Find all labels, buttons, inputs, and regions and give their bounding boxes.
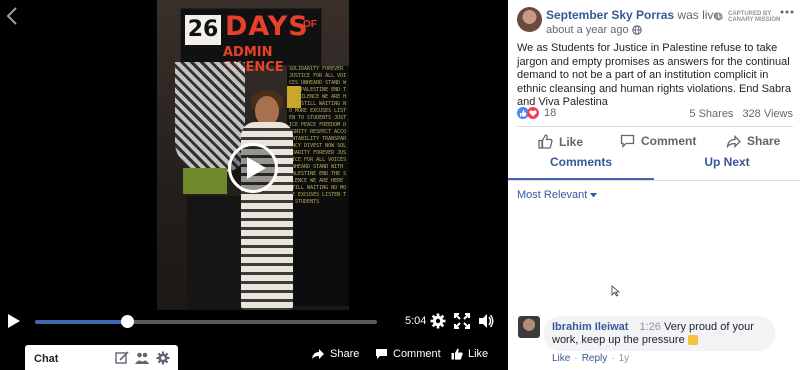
play-icon [247, 157, 266, 179]
commenter-name[interactable]: Ibrahim Ileiwat [552, 321, 628, 333]
post-time-text[interactable]: about a year ago [546, 24, 629, 36]
stats-divider [517, 126, 793, 127]
post-timestamp: about a year ago [546, 24, 642, 36]
comment-label: Comment [641, 134, 697, 148]
previous-arrow-icon[interactable] [4, 6, 20, 26]
share-button[interactable]: Share [726, 134, 780, 148]
shares-count[interactable]: 5 Shares [689, 108, 733, 120]
mouse-cursor-icon [611, 285, 620, 297]
views-count: 328 Views [742, 108, 793, 120]
post-header: September Sky Porras was live. [546, 8, 723, 22]
sort-label: Most Relevant [517, 189, 588, 201]
tab-up-next[interactable]: Up Next [654, 155, 800, 180]
video-share-button[interactable]: Share [311, 348, 359, 360]
progress-bar[interactable] [35, 315, 377, 328]
progress-fill [35, 320, 128, 324]
time-remaining: 5:04 [405, 315, 427, 327]
commenter-avatar[interactable] [518, 316, 540, 338]
reaction-summary[interactable]: 18 [517, 107, 556, 119]
poster-days-text: DAYS [225, 11, 309, 42]
comment-button[interactable]: Comment [620, 134, 696, 148]
poster-day-number: 26 [185, 15, 221, 45]
captured-badge-line2: CANARY MISSION [728, 17, 781, 23]
compose-icon[interactable] [115, 351, 129, 365]
share-icon [726, 134, 741, 148]
post-stats: 5 Shares 328 Views [689, 108, 793, 120]
poster-of-text: OF [303, 19, 317, 30]
captured-badge: CAPTURED BY CANARY MISSION [728, 11, 784, 23]
video-like-button[interactable]: Like [451, 348, 488, 360]
comment-bubble: Ibrahim Ileiwat 1:26 Very proud of your … [544, 316, 775, 351]
like-button[interactable]: Like [538, 134, 583, 149]
comment-like-link[interactable]: Like [552, 353, 570, 364]
green-sign [183, 168, 227, 194]
video-controls: 5:04 [0, 306, 508, 336]
protest-poster: 26 DAYS OF ADMIN SILENCE [180, 8, 322, 75]
play-button[interactable] [228, 143, 278, 193]
comment-age[interactable]: 1y [619, 353, 630, 364]
video-bottom-bar: Chat Share Comment Like [0, 340, 508, 370]
podium [187, 196, 247, 310]
chat-label: Chat [34, 353, 59, 365]
post-text: We as Students for Justice in Palestine … [517, 42, 791, 108]
fullscreen-icon[interactable] [454, 313, 470, 329]
chevron-down-icon [590, 192, 598, 197]
love-reaction-icon [527, 107, 539, 119]
share-arrow-icon [312, 349, 324, 359]
like-label: Like [559, 134, 584, 149]
tab-comments[interactable]: Comments [508, 155, 654, 180]
volume-icon[interactable] [478, 313, 494, 329]
like-icon [538, 134, 553, 149]
tabs-divider [508, 180, 800, 181]
comment-icon [620, 134, 635, 148]
video-share-label: Share [330, 348, 360, 360]
comment-reply-link[interactable]: Reply [582, 353, 608, 364]
more-options-icon[interactable] [780, 8, 794, 16]
dot-separator: · [611, 353, 615, 364]
thumbs-up-emoji-icon [687, 335, 698, 346]
chat-tab[interactable]: Chat [25, 345, 178, 370]
share-label: Share [747, 134, 781, 148]
settings-gear-icon[interactable] [156, 351, 170, 365]
video-like-label: Like [468, 348, 489, 360]
video-player[interactable]: SOLIDARITY FOREVER JUSTICE FOR ALL VOICE… [0, 0, 508, 370]
comment-actions: Like · Reply · 1y [552, 353, 629, 364]
author-name[interactable]: September Sky Porras [546, 8, 674, 22]
video-comment-button[interactable]: Comment [375, 348, 441, 360]
progress-scrubber[interactable] [121, 315, 135, 328]
capture-clock-icon [714, 12, 723, 21]
play-control-icon[interactable] [7, 314, 21, 328]
video-comment-label: Comment [393, 348, 441, 360]
author-avatar[interactable] [517, 7, 542, 32]
gear-icon[interactable] [430, 313, 446, 329]
comment-bubble-icon [376, 349, 387, 359]
reaction-count: 18 [544, 107, 557, 119]
group-icon[interactable] [135, 351, 149, 365]
thumbs-up-icon [451, 348, 463, 360]
sort-dropdown[interactable]: Most Relevant [517, 189, 598, 201]
post-side-panel: September Sky Porras was live. about a y… [508, 0, 800, 370]
comment-timestamp[interactable]: 1:26 [639, 321, 660, 333]
dot-separator: · [574, 353, 578, 364]
globe-icon [631, 25, 642, 35]
wall-card [287, 86, 301, 108]
